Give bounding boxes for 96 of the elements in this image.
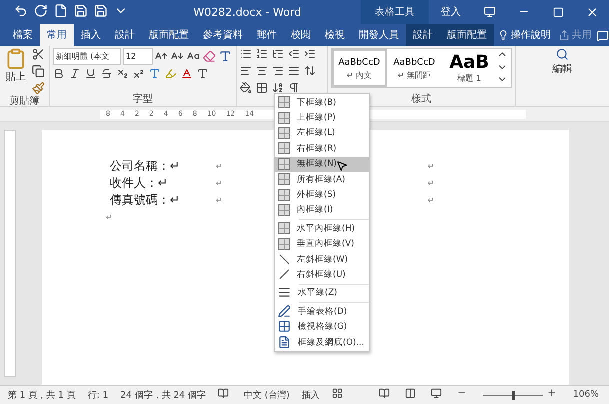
comment-icon <box>596 30 608 42</box>
lightbulb-icon <box>498 30 509 40</box>
font-size-field[interactable]: 12 <box>123 48 153 65</box>
clipboard-icon <box>5 48 27 70</box>
page-icon <box>278 336 292 350</box>
maximize-icon <box>552 6 564 18</box>
border-icon <box>278 173 291 186</box>
zoom-level[interactable]: 106% <box>573 390 599 400</box>
style-name: 標題 1 <box>458 72 482 84</box>
document-text: 收件人：↵ <box>110 175 170 192</box>
border-icon <box>278 238 291 251</box>
menu-item[interactable]: 手繪表格(D) <box>275 304 369 320</box>
line-number: 行: 1 <box>88 390 109 402</box>
paint-bucket-icon[interactable] <box>240 82 254 96</box>
monitor-icon <box>484 6 496 18</box>
border-icon <box>278 188 291 202</box>
share-icon <box>559 30 570 40</box>
row-end-mark: ↵ <box>428 179 434 188</box>
window-title: W0282.docx - Word <box>192 6 302 18</box>
insert-mode: 插入 <box>302 390 320 402</box>
language: 中文 (台灣) <box>244 390 290 402</box>
cell-mark: ↵ <box>216 162 223 171</box>
menu-item[interactable]: 右框線(R) <box>275 141 369 157</box>
zoom-thumb[interactable] <box>512 390 516 400</box>
border-icon <box>278 204 291 217</box>
border-icon <box>278 112 291 125</box>
ribbon-tab[interactable]: 檢視 <box>318 24 352 46</box>
ribbon-tab[interactable]: 設計 <box>406 24 440 46</box>
menu-item[interactable]: 內框線(I) <box>275 202 369 218</box>
style-item[interactable]: AaBbCcD ↵ 內文 <box>332 49 387 87</box>
font-name-field[interactable]: 新細明體 (本文 <box>53 48 121 65</box>
ribbon-tab[interactable]: 參考資料 <box>196 24 250 46</box>
menu-item[interactable]: 下框線(B) <box>275 95 369 110</box>
ribbon-tab[interactable]: 插入 <box>74 24 108 46</box>
menu-item[interactable]: 左框線(L) <box>275 126 369 142</box>
border-icon <box>278 126 291 140</box>
style-preview: AaBbCcD <box>394 56 436 70</box>
row-end-mark: ↵ <box>428 196 434 205</box>
menu-item[interactable]: 水平線(Z) <box>275 286 369 302</box>
search-icon <box>556 48 570 62</box>
border-icon <box>278 222 291 236</box>
pencil-icon <box>278 304 292 319</box>
word-count: 24 個字，共 24 個字 <box>120 390 206 402</box>
ribbon-tab[interactable]: 開發人員 <box>352 24 406 46</box>
format-painter-icon[interactable] <box>32 82 46 96</box>
menu-item[interactable]: 水平內框線(H) <box>275 221 369 237</box>
sign-in-link[interactable]: 登入 <box>429 5 473 19</box>
ribbon-tab[interactable]: 版面配置 <box>440 24 494 46</box>
style-name: ↵ 內文 <box>346 70 372 80</box>
menu-item[interactable]: 上框線(P) <box>275 110 369 126</box>
row-end-mark: ↵ <box>428 162 434 171</box>
paragraph-mark: ↵ <box>106 213 113 222</box>
borders-icon[interactable] <box>256 82 270 96</box>
style-preview: AaBbCcD <box>338 56 380 70</box>
group-label: 字型 <box>133 94 153 106</box>
menu-item[interactable]: 無框線(N) <box>275 156 369 172</box>
menu-item[interactable]: 外框線(S) <box>275 187 369 203</box>
page-count: 第 1 頁，共 1 頁 <box>8 390 76 402</box>
menu-item[interactable]: 右斜框線(U) <box>275 267 369 283</box>
menu-item[interactable]: 左斜框線(W) <box>275 252 369 268</box>
copy-icon[interactable] <box>32 65 46 79</box>
paste-button[interactable]: 貼上 <box>3 48 29 96</box>
ribbon-tab[interactable]: 設計 <box>108 24 142 46</box>
cell-mark: ↵ <box>216 196 223 205</box>
diagonal-border-icon <box>278 268 291 282</box>
redo-icon[interactable] <box>34 4 50 20</box>
eraser-icon[interactable] <box>203 50 217 64</box>
border-icon <box>278 142 291 156</box>
menu-item[interactable]: 所有框線(A) <box>275 172 369 188</box>
context-tab-title: 表格工具 <box>361 0 429 24</box>
menu-item[interactable]: 檢視格線(G) <box>275 319 369 335</box>
border-icon <box>278 158 291 171</box>
close-icon <box>586 6 598 18</box>
style-preview: AaB <box>450 52 490 72</box>
document-text: 傳真號碼：↵ <box>110 192 182 209</box>
tell-me-button[interactable]: 操作說明 <box>494 24 555 46</box>
ribbon-tab[interactable]: 常用 <box>40 24 74 46</box>
ribbon-tab[interactable]: 檔案 <box>6 24 40 46</box>
border-icon <box>278 96 291 110</box>
ribbon-tab[interactable]: 郵件 <box>250 24 284 46</box>
grid-icon <box>278 320 292 334</box>
menu-item[interactable]: 垂直內框線(V) <box>275 236 369 252</box>
style-name: ↵ 無間距 <box>398 70 432 80</box>
cut-icon[interactable] <box>32 48 46 62</box>
menu-item[interactable]: 框線及網底(O)... <box>275 334 369 350</box>
save-as-icon[interactable] <box>94 4 110 20</box>
ribbon-tab[interactable]: 校閱 <box>284 24 318 46</box>
group-label: 樣式 <box>412 94 432 106</box>
diagonal-border-icon <box>278 253 291 266</box>
mouse-pointer-icon <box>336 160 348 174</box>
document-text: 公司名稱：↵ <box>110 158 182 175</box>
ribbon-tab[interactable]: 版面配置 <box>142 24 196 46</box>
save-icon[interactable] <box>74 4 90 20</box>
group-label: 剪貼簿 <box>10 96 40 108</box>
cell-mark: ↵ <box>216 179 223 188</box>
editing-button[interactable]: 編輯 <box>519 48 606 76</box>
